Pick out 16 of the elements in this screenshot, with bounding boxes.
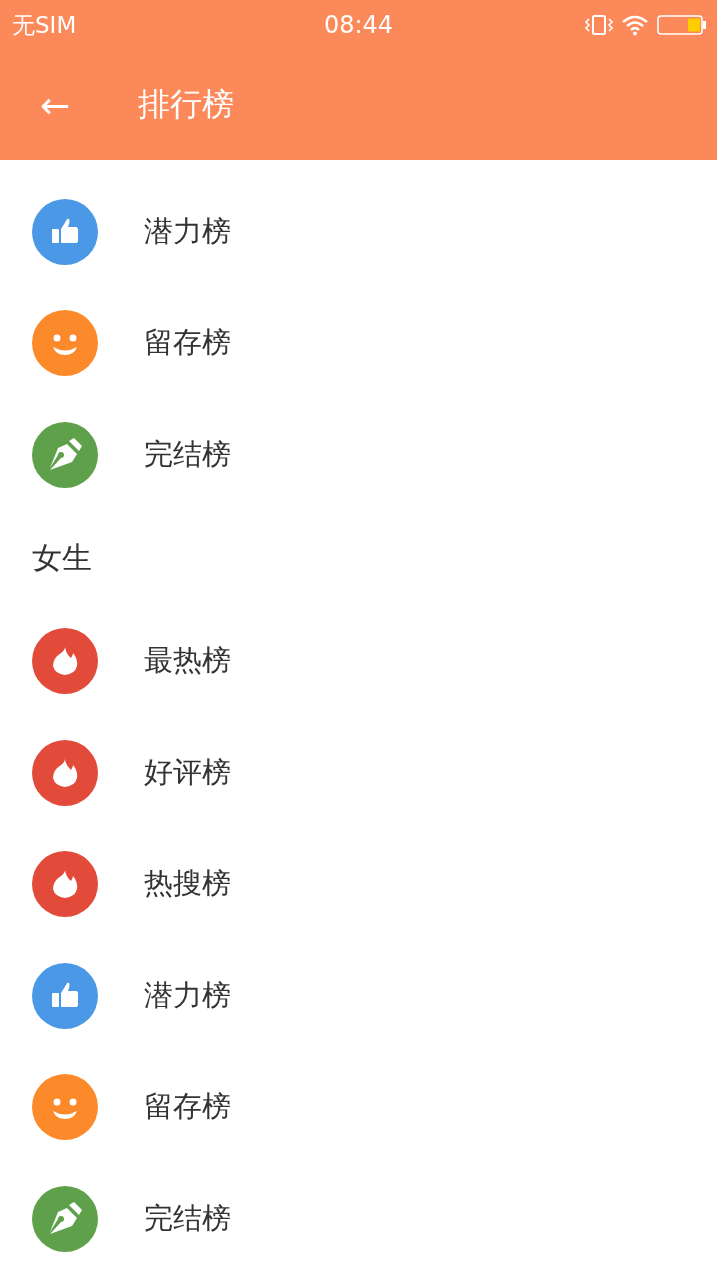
ranking-item[interactable]: 留存榜 bbox=[0, 1051, 717, 1163]
page-title: 排行榜 bbox=[138, 84, 234, 125]
ranking-item[interactable]: 最热榜 bbox=[0, 605, 717, 717]
battery-icon bbox=[657, 14, 707, 36]
wifi-icon bbox=[621, 14, 649, 36]
vibrate-icon bbox=[585, 13, 613, 37]
ranking-item[interactable]: 完结榜 bbox=[0, 399, 717, 511]
section-header: 女生 bbox=[31, 538, 93, 577]
ranking-item[interactable]: 完结榜 bbox=[0, 1163, 717, 1275]
ranking-item[interactable]: 潜力榜 bbox=[0, 940, 717, 1052]
ranking-item[interactable]: 留存榜 bbox=[0, 287, 717, 399]
ranking-item[interactable]: 热搜榜 bbox=[0, 828, 717, 940]
carrier-text: 无SIM bbox=[12, 10, 77, 40]
ranking-item[interactable]: 潜力榜 bbox=[0, 176, 717, 288]
ranking-item[interactable]: 好评榜 bbox=[0, 717, 717, 829]
clock-text: 08:44 bbox=[322, 11, 395, 39]
